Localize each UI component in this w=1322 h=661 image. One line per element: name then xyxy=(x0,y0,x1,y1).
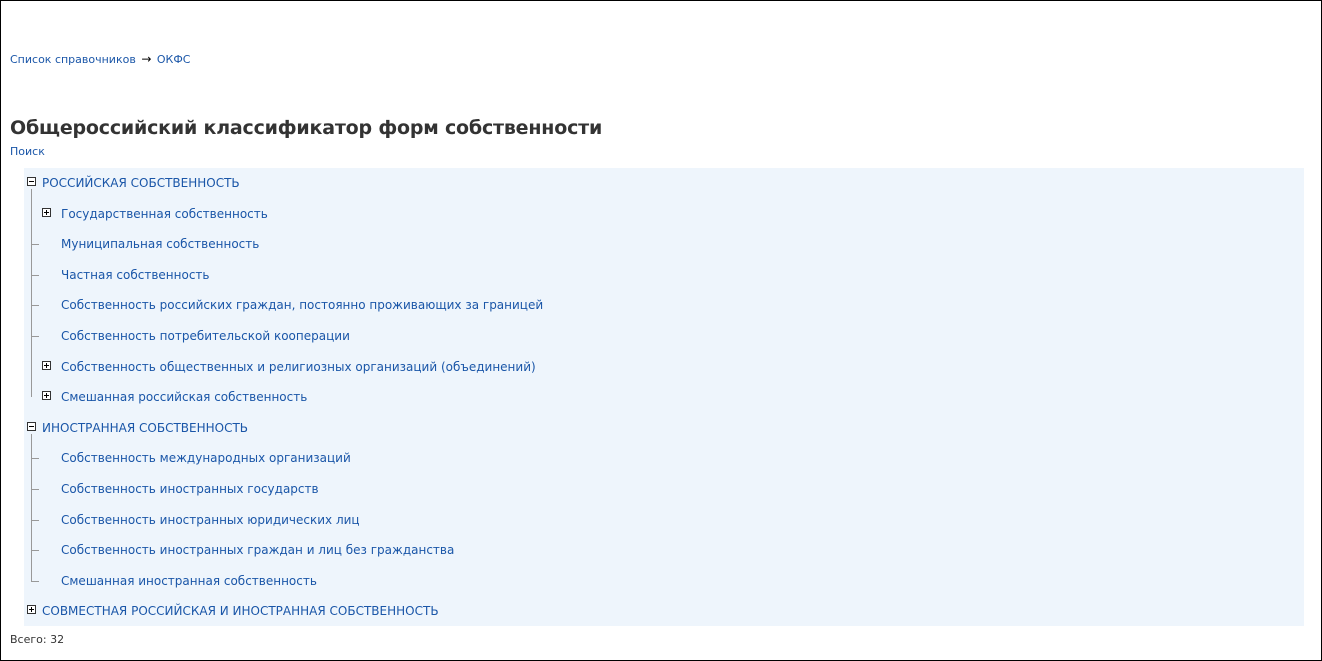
tree-node-top-level[interactable]: ИНОСТРАННАЯ СОБСТВЕННОСТЬ xyxy=(24,413,248,443)
page-title: Общероссийский классификатор форм собств… xyxy=(10,117,603,139)
tree-node-label: Смешанная российская собственность xyxy=(61,390,308,405)
tree-node[interactable]: Смешанная российская собственность xyxy=(24,382,307,412)
tree-connector-line xyxy=(31,580,39,582)
tree-node[interactable]: Муниципальная собственность xyxy=(24,229,259,259)
tree-node-label: Государственная собственность xyxy=(61,206,268,221)
tree-connector-line xyxy=(31,336,39,337)
tree-node-label: Частная собственность xyxy=(61,267,210,282)
tree-node-label: Собственность иностранных юридических ли… xyxy=(61,512,360,527)
tree-connector-line xyxy=(31,305,39,307)
tree-connector-line xyxy=(31,489,39,490)
expand-icon[interactable] xyxy=(42,207,51,217)
total-label: Всего: xyxy=(10,633,47,646)
tree-node[interactable]: Государственная собственность xyxy=(24,199,268,229)
total-count: Всего: 32 xyxy=(10,633,64,646)
tree-node-label: Смешанная иностранная собственность xyxy=(61,573,317,588)
collapse-icon[interactable] xyxy=(27,177,36,186)
tree-node[interactable]: Собственность международных организаций xyxy=(24,443,351,473)
tree-connector-line xyxy=(31,274,39,276)
tree-node-top-level[interactable]: РОССИЙСКАЯ СОБСТВЕННОСТЬ xyxy=(24,168,240,198)
tree-connector-line xyxy=(31,519,39,521)
breadcrumb: Список справочников → ОКФС xyxy=(10,52,191,66)
tree-connector-line xyxy=(31,458,39,460)
tree-node-top-level[interactable]: СОВМЕСТНАЯ РОССИЙСКАЯ И ИНОСТРАННАЯ СОБС… xyxy=(24,596,439,626)
tree-node-label: Собственность потребительской кооперации xyxy=(61,329,350,343)
tree-node-label: Собственность иностранных граждан и лиц … xyxy=(61,543,455,558)
expand-icon[interactable] xyxy=(42,360,51,370)
tree-node[interactable]: Собственность иностранных государств xyxy=(24,474,319,504)
breadcrumb-current-link[interactable]: ОКФС xyxy=(157,53,191,66)
tree-node[interactable]: Собственность потребительской кооперации xyxy=(24,321,350,351)
tree-connector-line xyxy=(31,244,39,246)
tree-node[interactable]: Собственность российских граждан, постоя… xyxy=(24,290,543,320)
tree-node[interactable]: Собственность иностранных граждан и лиц … xyxy=(24,535,454,565)
total-value: 32 xyxy=(50,633,65,646)
tree-node[interactable]: Собственность иностранных юридических ли… xyxy=(24,505,360,535)
tree-node-label: Собственность российских граждан, постоя… xyxy=(61,298,544,313)
tree-node[interactable]: Смешанная иностранная собственность xyxy=(24,566,317,596)
breadcrumb-root-link[interactable]: Список справочников xyxy=(10,53,136,66)
collapse-icon[interactable] xyxy=(27,421,36,431)
tree-node-label: СОВМЕСТНАЯ РОССИЙСКАЯ И ИНОСТРАННАЯ СОБС… xyxy=(42,604,439,619)
tree-node-label: Собственность международных организаций xyxy=(61,451,351,466)
page-frame: Список справочников → ОКФС Общероссийски… xyxy=(0,0,1322,661)
tree-node-label: Муниципальная собственность xyxy=(61,237,260,252)
breadcrumb-arrow-icon: → xyxy=(141,52,152,66)
expand-icon[interactable] xyxy=(42,391,51,401)
tree-node[interactable]: Частная собственность xyxy=(24,260,209,290)
expand-icon[interactable] xyxy=(27,605,36,615)
tree-guide-line xyxy=(31,189,32,398)
tree-guide-line xyxy=(31,433,32,581)
tree-node-label: Собственность иностранных государств xyxy=(61,482,319,496)
tree-node-label: РОССИЙСКАЯ СОБСТВЕННОСТЬ xyxy=(42,176,240,190)
tree-node-label: Собственность общественных и религиозных… xyxy=(61,359,536,374)
tree-node[interactable]: Собственность общественных и религиозных… xyxy=(24,352,536,382)
classifier-tree: РОССИЙСКАЯ СОБСТВЕННОСТЬ Государственная … xyxy=(24,168,1304,626)
tree-connector-line xyxy=(31,550,39,552)
search-link[interactable]: Поиск xyxy=(10,145,45,158)
tree-node-label: ИНОСТРАННАЯ СОБСТВЕННОСТЬ xyxy=(42,420,249,435)
